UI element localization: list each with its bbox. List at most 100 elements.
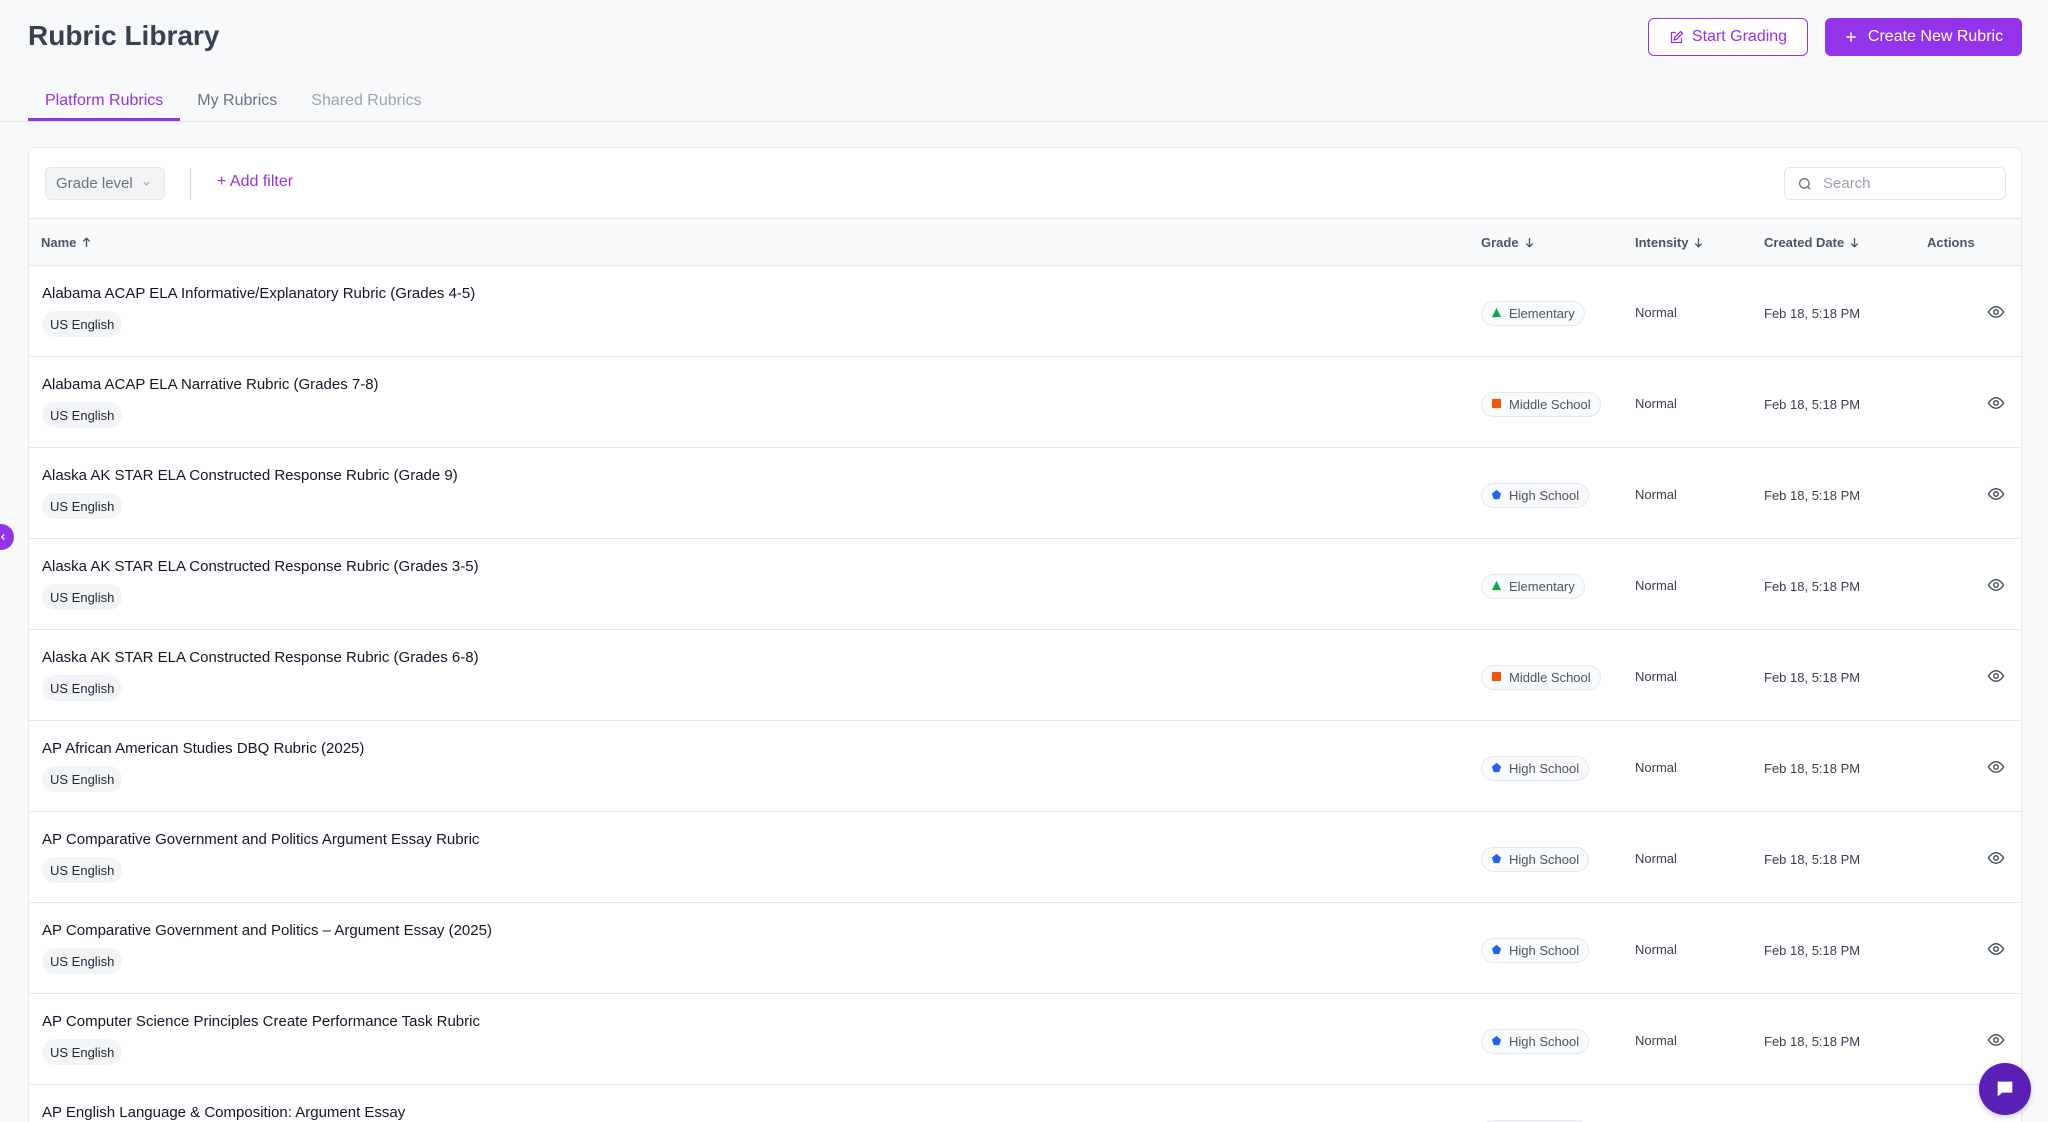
language-badge: US English — [42, 948, 123, 974]
grade-badge: Elementary — [1481, 574, 1585, 599]
created-date-value: Feb 18, 5:18 PM — [1764, 306, 1861, 321]
column-intensity-label: Intensity — [1635, 235, 1689, 250]
grade-badge-label: High School — [1509, 488, 1580, 503]
edit-icon — [1670, 30, 1684, 43]
view-eye-icon[interactable] — [1987, 940, 2005, 958]
table-row[interactable]: Alaska AK STAR ELA Constructed Response … — [29, 448, 2021, 539]
chevron-left-icon — [0, 534, 5, 540]
chevron-down-icon — [143, 181, 150, 186]
rubric-name[interactable]: Alaska AK STAR ELA Constructed Response … — [42, 649, 479, 666]
rubric-name[interactable]: Alabama ACAP ELA Informative/Explanatory… — [42, 285, 475, 302]
language-badge: US English — [42, 311, 123, 337]
grade-badge: High School — [1481, 847, 1590, 872]
language-badge: US English — [42, 493, 123, 519]
created-date-value: Feb 18, 5:18 PM — [1764, 488, 1861, 503]
start-grading-label: Start Grading — [1691, 28, 1788, 45]
search-input[interactable] — [1823, 175, 1983, 192]
rubric-name[interactable]: AP English Language & Composition: Argum… — [42, 1104, 405, 1121]
view-eye-icon[interactable] — [1987, 394, 2005, 412]
language-badge: US English — [42, 857, 123, 883]
intensity-value: Normal — [1635, 669, 1677, 684]
rubric-name[interactable]: AP African American Studies DBQ Rubric (… — [42, 740, 364, 757]
table-row[interactable]: AP English Language & Composition: Argum… — [29, 1085, 2021, 1122]
column-created-date-label: Created Date — [1764, 235, 1845, 250]
filter-divider — [190, 168, 191, 200]
table-row[interactable]: AP Comparative Government and Politics A… — [29, 812, 2021, 903]
grade-level-label: Grade level — [56, 175, 133, 192]
column-header-intensity[interactable]: Intensity — [1635, 235, 1705, 250]
table-row[interactable]: Alaska AK STAR ELA Constructed Response … — [29, 630, 2021, 721]
tab-shared-rubrics[interactable]: Shared Rubrics — [294, 88, 438, 121]
search-box[interactable] — [1784, 167, 2006, 200]
grade-badge-label: Middle School — [1509, 670, 1591, 685]
search-icon — [1799, 177, 1811, 190]
rubric-name[interactable]: Alabama ACAP ELA Narrative Rubric (Grade… — [42, 376, 379, 393]
start-grading-button[interactable]: Start Grading — [1648, 18, 1808, 56]
rubric-tabs: Platform Rubrics My Rubrics Shared Rubri… — [28, 88, 439, 122]
column-header-grade[interactable]: Grade — [1481, 235, 1536, 250]
table-row[interactable]: Alabama ACAP ELA Informative/Explanatory… — [29, 266, 2021, 357]
arrow-down-icon — [1850, 238, 1859, 248]
triangle-icon — [1491, 306, 1502, 321]
view-eye-icon[interactable] — [1987, 667, 2005, 685]
column-header-created-date[interactable]: Created Date — [1764, 235, 1861, 250]
view-eye-icon[interactable] — [1987, 849, 2005, 867]
page-header: Rubric Library Start Grading Create New … — [0, 0, 2048, 122]
created-date-value: Feb 18, 5:18 PM — [1764, 579, 1861, 594]
arrow-up-icon — [83, 237, 91, 247]
rubric-name[interactable]: Alaska AK STAR ELA Constructed Response … — [42, 467, 458, 484]
rubric-name[interactable]: AP Comparative Government and Politics –… — [42, 922, 492, 939]
table-row[interactable]: Alabama ACAP ELA Narrative Rubric (Grade… — [29, 357, 2021, 448]
intensity-value: Normal — [1635, 578, 1677, 593]
rubric-name[interactable]: Alaska AK STAR ELA Constructed Response … — [42, 558, 479, 575]
plus-icon — [1846, 32, 1856, 42]
rubric-name[interactable]: AP Comparative Government and Politics A… — [42, 831, 479, 848]
intensity-value: Normal — [1635, 305, 1677, 320]
intensity-value: Normal — [1635, 1033, 1677, 1048]
view-eye-icon[interactable] — [1987, 303, 2005, 321]
grade-badge-label: High School — [1509, 943, 1580, 958]
table-row[interactable]: AP African American Studies DBQ Rubric (… — [29, 721, 2021, 812]
table-row[interactable]: Alaska AK STAR ELA Constructed Response … — [29, 539, 2021, 630]
view-eye-icon[interactable] — [1987, 576, 2005, 594]
language-badge: US English — [42, 766, 123, 792]
grade-badge-label: Middle School — [1509, 397, 1591, 412]
chat-support-button[interactable] — [1979, 1063, 2031, 1115]
language-badge: US English — [42, 584, 123, 610]
language-badge: US English — [42, 1039, 123, 1065]
sidebar-collapse-toggle[interactable] — [0, 524, 14, 550]
grade-badge: High School — [1481, 483, 1590, 508]
arrow-down-icon — [1695, 238, 1703, 248]
filter-bar: Grade level + Add filter — [29, 148, 2021, 219]
created-date-value: Feb 18, 5:18 PM — [1764, 1034, 1861, 1049]
table-header: Name Grade Intensity Created Date Action… — [29, 219, 2021, 266]
pentagon-icon — [1491, 761, 1502, 776]
rubric-name[interactable]: AP Computer Science Principles Create Pe… — [42, 1013, 480, 1030]
intensity-value: Normal — [1635, 942, 1677, 957]
intensity-value: Normal — [1635, 487, 1677, 502]
grade-badge: High School — [1481, 1029, 1590, 1054]
column-name-label: Name — [41, 235, 77, 250]
intensity-value: Normal — [1635, 851, 1677, 866]
created-date-value: Feb 18, 5:18 PM — [1764, 397, 1861, 412]
grade-badge-label: High School — [1509, 852, 1580, 867]
create-rubric-label: Create New Rubric — [1867, 28, 2004, 45]
grade-level-filter[interactable]: Grade level — [45, 167, 165, 200]
grade-badge: Elementary — [1481, 301, 1585, 326]
view-eye-icon[interactable] — [1987, 1031, 2005, 1049]
create-new-rubric-button[interactable]: Create New Rubric — [1825, 18, 2022, 56]
column-header-name[interactable]: Name — [41, 235, 93, 250]
rubric-table-card: Grade level + Add filter Name Grade Inte… — [28, 147, 2022, 1122]
tab-my-rubrics[interactable]: My Rubrics — [180, 88, 294, 121]
arrow-down-icon — [1525, 238, 1533, 248]
column-header-actions: Actions — [1927, 235, 1975, 250]
grade-badge-label: Elementary — [1509, 306, 1575, 321]
tab-platform-rubrics[interactable]: Platform Rubrics — [28, 88, 181, 121]
square-icon — [1491, 670, 1502, 685]
table-row[interactable]: AP Computer Science Principles Create Pe… — [29, 994, 2021, 1085]
add-filter-button[interactable]: + Add filter — [217, 173, 293, 191]
view-eye-icon[interactable] — [1987, 485, 2005, 503]
view-eye-icon[interactable] — [1987, 758, 2005, 776]
chat-icon — [1997, 1081, 2013, 1097]
table-row[interactable]: AP Comparative Government and Politics –… — [29, 903, 2021, 994]
